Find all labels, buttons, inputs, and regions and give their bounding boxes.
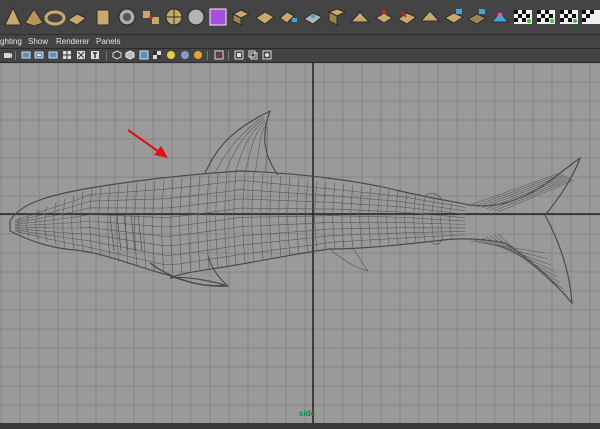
- cube-icon[interactable]: [230, 6, 252, 28]
- bevel-icon[interactable]: [396, 6, 418, 28]
- film-gate-icon[interactable]: [34, 50, 44, 60]
- cube-select-icon[interactable]: [207, 6, 229, 28]
- bridge-icon[interactable]: [278, 6, 300, 28]
- resolution-gate-icon[interactable]: [48, 50, 58, 60]
- sculpt-icon[interactable]: [489, 6, 511, 28]
- extrude-icon[interactable]: [254, 6, 276, 28]
- cone-icon[interactable]: [2, 6, 24, 28]
- smooth-shade-icon[interactable]: [125, 50, 135, 60]
- merge-icon[interactable]: [140, 6, 162, 28]
- toolbar-separator: [228, 51, 229, 60]
- grid-icon[interactable]: [62, 50, 72, 60]
- checker-icon-4[interactable]: [580, 6, 600, 28]
- default-light-icon[interactable]: [166, 50, 176, 60]
- xray-icon[interactable]: [214, 50, 224, 60]
- toolbar-separator: [207, 51, 208, 60]
- torus-ring-icon[interactable]: [116, 6, 138, 28]
- text-icon[interactable]: [90, 50, 100, 60]
- split-icon[interactable]: [326, 6, 348, 28]
- light-icon[interactable]: [152, 50, 162, 60]
- poke-icon[interactable]: [419, 6, 441, 28]
- toolbar-separator: [15, 51, 16, 60]
- extrude-face-icon[interactable]: [373, 6, 395, 28]
- panel-toolbar: [0, 49, 600, 63]
- cylinder-icon[interactable]: [92, 6, 114, 28]
- backface-icon[interactable]: [248, 50, 258, 60]
- panel-menu-bar: ghting Show Renderer Panels: [0, 35, 600, 49]
- shadow-icon[interactable]: [180, 50, 190, 60]
- sphere-ring-icon[interactable]: [185, 6, 207, 28]
- isolate-icon[interactable]: [193, 50, 203, 60]
- texture-icon[interactable]: [139, 50, 149, 60]
- duplicate-icon[interactable]: [466, 6, 488, 28]
- menu-show[interactable]: Show: [28, 35, 48, 48]
- viewport-side[interactable]: [0, 63, 600, 423]
- pyramid-icon[interactable]: [23, 6, 45, 28]
- checker-icon-2[interactable]: [535, 6, 557, 28]
- viewport-canvas[interactable]: [0, 63, 600, 423]
- camera-name-label: side: [299, 409, 316, 418]
- menu-panels[interactable]: Panels: [96, 35, 120, 48]
- image-plane-icon[interactable]: [21, 50, 31, 60]
- wedge-icon[interactable]: [349, 6, 371, 28]
- menu-lighting[interactable]: ghting: [0, 35, 22, 48]
- torus-icon[interactable]: [44, 6, 66, 28]
- checker-icon[interactable]: [512, 6, 534, 28]
- append-icon[interactable]: [302, 6, 324, 28]
- safe-action-icon[interactable]: [76, 50, 86, 60]
- toolbar-separator: [106, 51, 107, 60]
- wireframe-icon[interactable]: [112, 50, 122, 60]
- plane-icon[interactable]: [66, 6, 88, 28]
- shelf-toolbar: [0, 0, 600, 35]
- smooth-icon[interactable]: [443, 6, 465, 28]
- menu-renderer[interactable]: Renderer: [56, 35, 89, 48]
- camera-icon[interactable]: [3, 50, 13, 60]
- checker-icon-3[interactable]: [558, 6, 580, 28]
- poly-sphere-icon[interactable]: [163, 6, 185, 28]
- isolate-select-icon[interactable]: [262, 50, 272, 60]
- viewport-footer: [0, 423, 600, 429]
- xray-joints-icon[interactable]: [234, 50, 244, 60]
